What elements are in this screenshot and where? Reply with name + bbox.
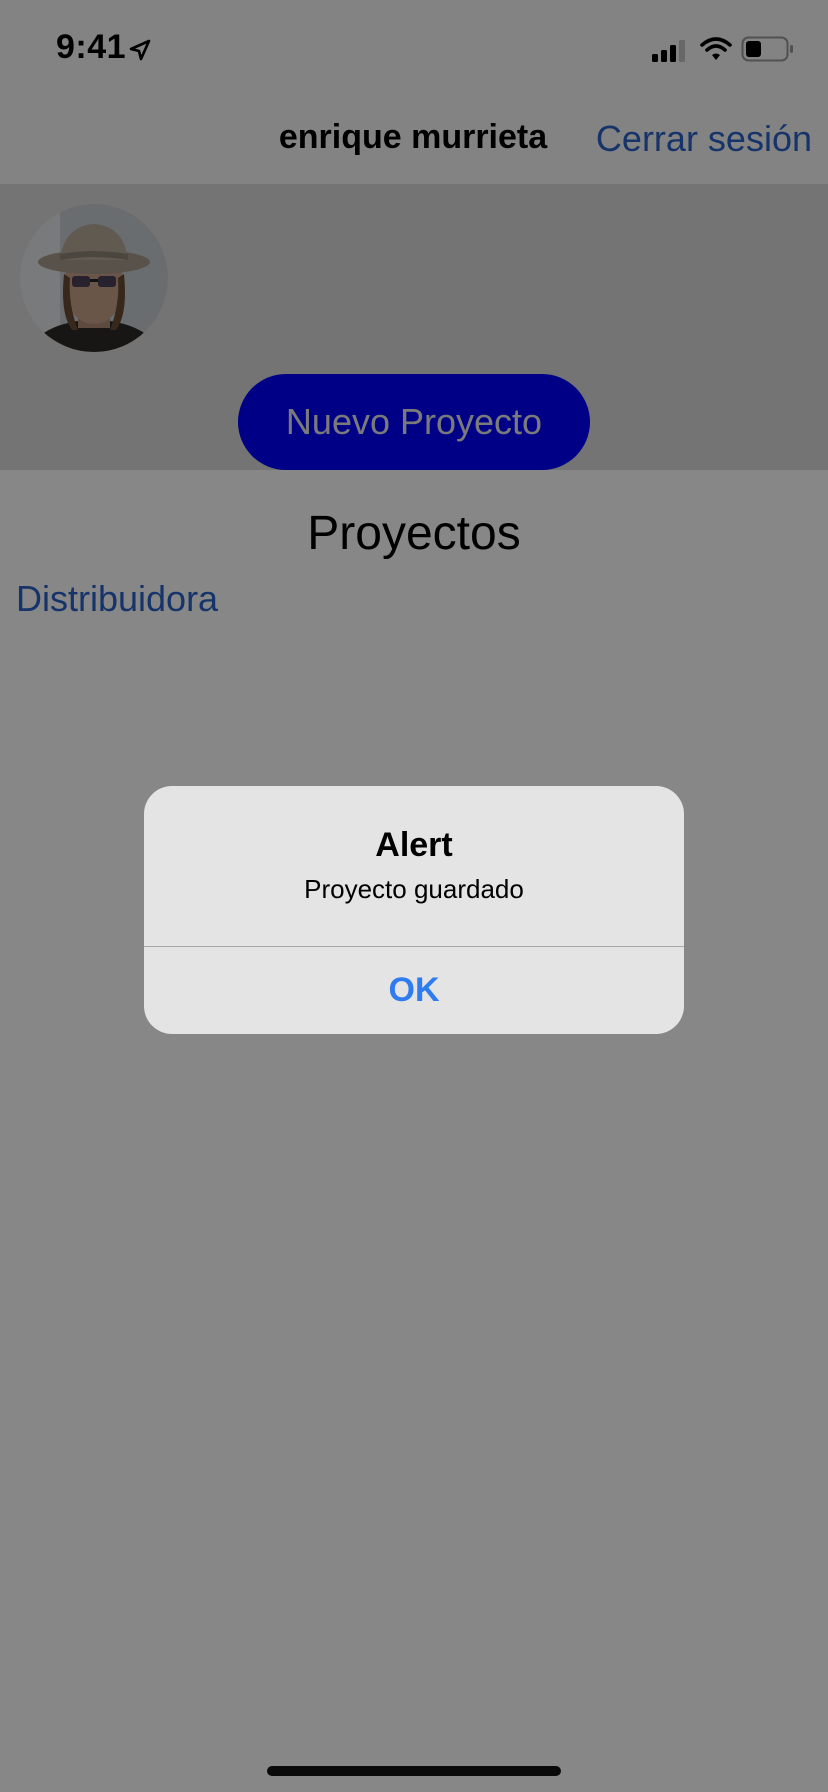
alert-dialog: Alert Proyecto guardado OK	[144, 786, 684, 1034]
alert-message: Proyecto guardado	[304, 874, 524, 904]
home-indicator[interactable]	[267, 1766, 561, 1776]
alert-title: Alert	[375, 826, 453, 864]
alert-ok-button[interactable]: OK	[144, 947, 684, 1034]
